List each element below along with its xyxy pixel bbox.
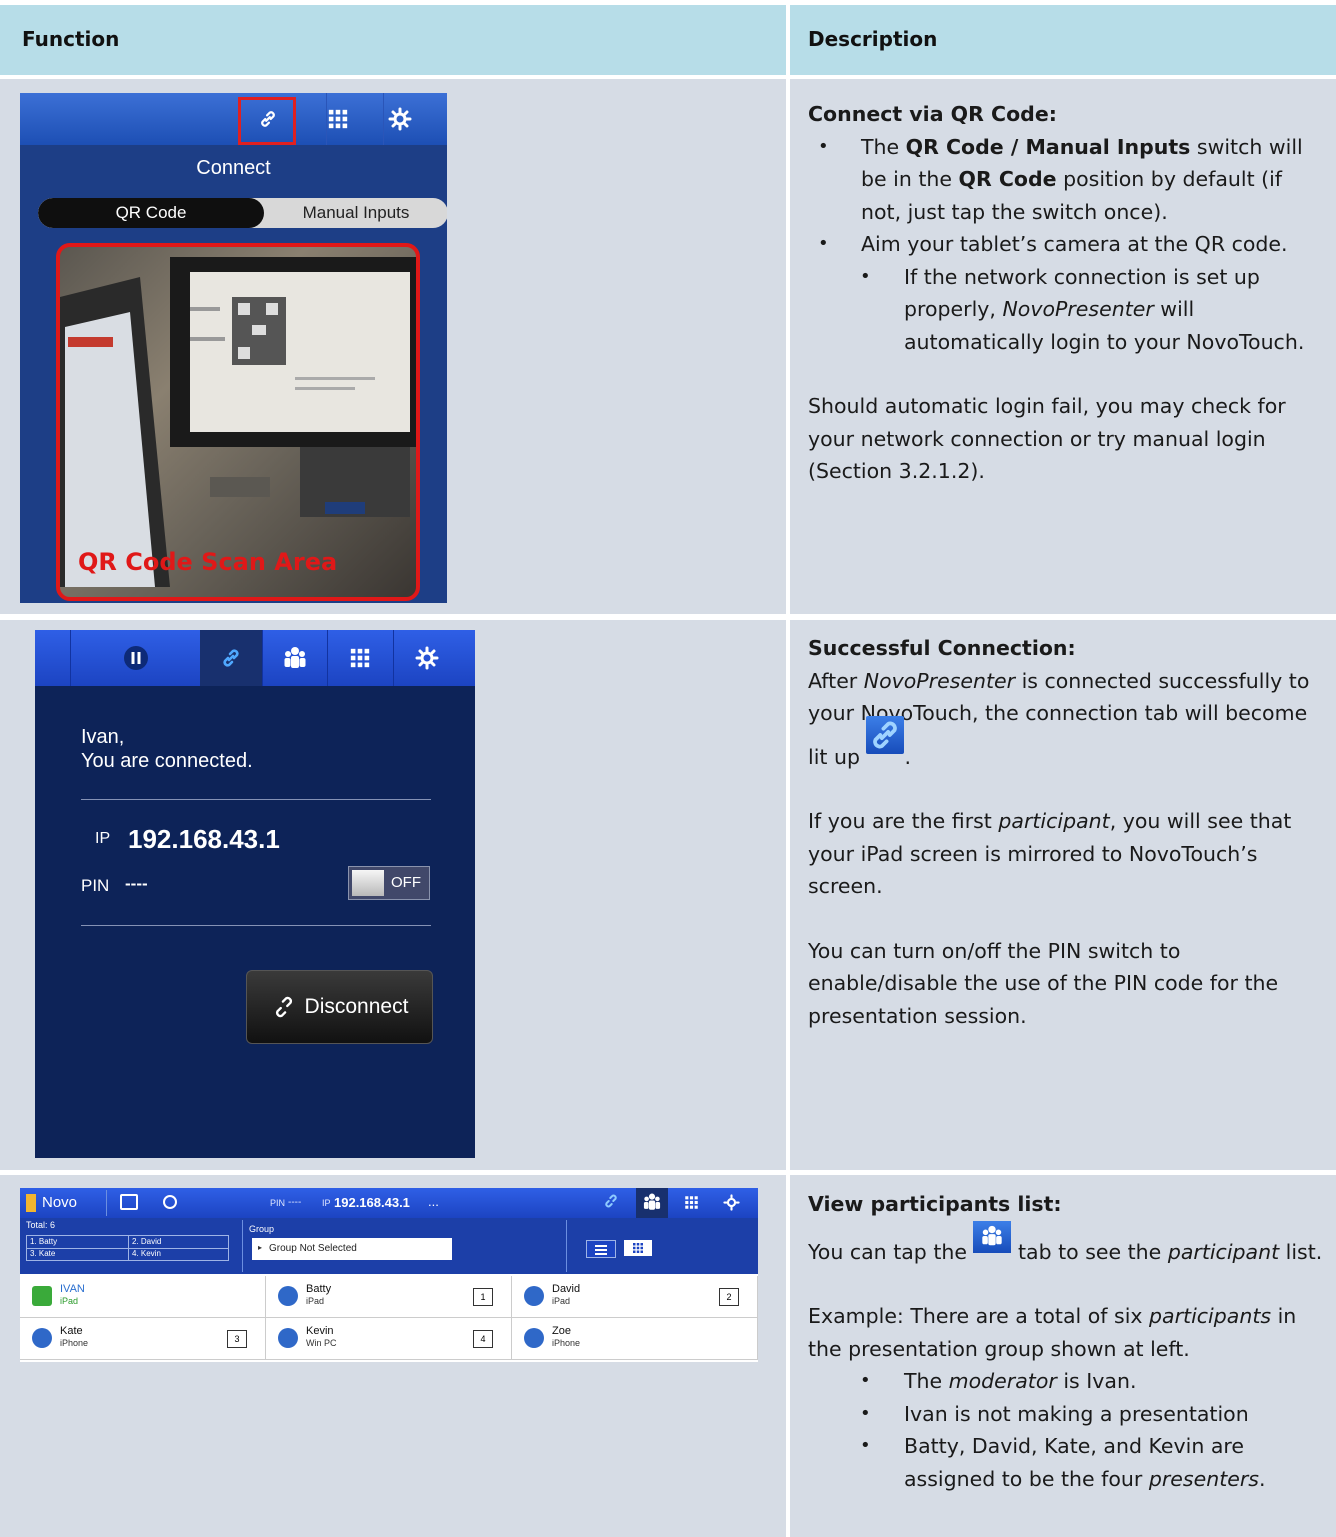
screen-share-icon[interactable]	[120, 1194, 138, 1210]
divider	[81, 925, 431, 926]
group-label: Group	[249, 1224, 275, 1234]
presenter-slot-icon: 2	[719, 1288, 739, 1306]
qr-manual-switch[interactable]: QR Code Manual Inputs	[38, 198, 447, 228]
user-avatar-icon	[524, 1286, 544, 1306]
row2-paragraph-connected: After NovoPresenter is connected success…	[808, 668, 1310, 769]
participant-cell[interactable]: Kevin Win PC 4	[266, 1318, 512, 1360]
connect-title: Connect	[196, 157, 271, 179]
pin-toggle[interactable]: OFF	[348, 866, 430, 900]
presenter-slot-icon: 4	[473, 1330, 493, 1348]
link-icon[interactable]	[209, 640, 253, 676]
app-name: Novo	[42, 1194, 78, 1211]
user-avatar-icon	[524, 1328, 544, 1348]
participants-screenshot: Novo PIN ---- IP 192.168.43.1 ... Total:…	[20, 1188, 758, 1362]
function-description-table: Function Description Connect QR Code Man…	[0, 0, 1336, 1537]
presenter-slots-table: 1. Batty 2. David 3. Kate 4. Kevin	[26, 1235, 229, 1261]
participants-icon[interactable]	[642, 1192, 662, 1217]
participant-cell[interactable]: Kate iPhone 3	[20, 1318, 266, 1360]
apps-grid-icon[interactable]	[338, 640, 382, 676]
row3-description: View participants list: You can tap the …	[808, 1188, 1323, 1495]
segment-qr-code[interactable]: QR Code	[38, 198, 264, 228]
row3-paragraph-example: Example: There are a total of six partic…	[808, 1304, 1297, 1361]
participant-cell[interactable]: Zoe iPhone	[512, 1318, 758, 1360]
pause-icon[interactable]	[114, 640, 158, 676]
header-description-label: Description	[808, 27, 938, 51]
chevron-right-icon: ▸	[258, 1243, 263, 1252]
user-avatar-icon	[278, 1286, 298, 1306]
apps-grid-icon[interactable]	[684, 1195, 699, 1215]
pin-value: ----	[125, 874, 148, 893]
header-function-label: Function	[22, 27, 120, 51]
gear-icon[interactable]	[723, 1194, 740, 1216]
participant-cell[interactable]: Batty iPad 1	[266, 1276, 512, 1318]
presenter-slot: 4. Kevin	[132, 1249, 161, 1258]
greeting-text: You are connected.	[81, 750, 253, 772]
total-label: Total: 6	[26, 1220, 56, 1230]
row3-bullet-moderator: The moderator is Ivan.	[808, 1365, 1323, 1398]
moderator-icon	[32, 1286, 52, 1306]
broken-link-icon	[275, 996, 292, 1018]
pin-toggle-label: OFF	[391, 874, 421, 891]
participant-cell[interactable]: IVAN iPad	[20, 1276, 266, 1318]
row2-paragraph-mirror: If you are the first participant, you wi…	[808, 809, 1292, 898]
gear-icon[interactable]	[405, 640, 449, 676]
pin-label: PIN	[81, 876, 110, 895]
group-select-value: Group Not Selected	[269, 1243, 357, 1254]
link-tab-highlight	[238, 97, 296, 145]
ip-value: 192.168.43.1	[128, 824, 280, 854]
disconnect-label: Disconnect	[304, 995, 409, 1018]
row3-paragraph-tap: You can tap the tab to see the participa…	[808, 1220, 1323, 1269]
ip-value-small: 192.168.43.1	[334, 1195, 410, 1210]
grid-view-icon[interactable]	[624, 1240, 652, 1256]
connect-toolbar	[20, 93, 447, 145]
row1-fallback-paragraph: Should automatic login fail, you may che…	[808, 394, 1286, 483]
participants-icon[interactable]	[273, 640, 317, 676]
refresh-icon[interactable]	[163, 1195, 177, 1209]
qr-scan-area-label: QR Code Scan Area	[78, 548, 338, 576]
row1-bullet-aim: Aim your tablet’s camera at the QR code.	[808, 228, 1323, 261]
row2-heading: Successful Connection:	[808, 636, 1076, 660]
more-label[interactable]: ...	[428, 1194, 439, 1209]
participant-cell[interactable]: David iPad 2	[512, 1276, 758, 1318]
ip-label: IP	[95, 830, 111, 847]
row3-bullet-not-presenting: Ivan is not making a presentation	[808, 1398, 1323, 1431]
divider	[81, 799, 431, 800]
header-function-cell: Function	[0, 5, 786, 75]
list-view-icon[interactable]	[586, 1240, 616, 1258]
link-tab-lit-icon	[866, 715, 905, 754]
presenter-slot: 1. Batty	[30, 1237, 58, 1246]
row1-bullet-switch: The QR Code / Manual Inputs switch will …	[808, 131, 1323, 229]
presenter-slot-icon: 1	[473, 1288, 493, 1306]
row2-description: Successful Connection: After NovoPresent…	[808, 632, 1323, 1032]
ip-label-small: IP	[322, 1198, 331, 1208]
row3-heading: View participants list:	[808, 1192, 1062, 1216]
pin-label-small: PIN	[270, 1198, 286, 1208]
participants-tab-icon	[973, 1220, 1012, 1253]
row1-description: Connect via QR Code: The QR Code / Manua…	[808, 98, 1323, 488]
group-bar: Total: 6 1. Batty 2. David 3. Kate 4. Ke…	[20, 1218, 758, 1274]
group-select[interactable]: ▸ Group Not Selected	[252, 1238, 452, 1260]
connected-screenshot: Ivan, You are connected. IP 192.168.43.1…	[35, 630, 475, 1158]
apps-grid-icon[interactable]	[316, 101, 360, 137]
user-avatar-icon	[278, 1328, 298, 1348]
connect-qr-screenshot: Connect QR Code Manual Inputs QR Code Sc…	[20, 93, 447, 603]
presenter-slot: 2. David	[132, 1237, 162, 1246]
gear-icon[interactable]	[378, 101, 422, 137]
pin-value-small: ----	[288, 1197, 302, 1208]
row3-bullet-presenters: Batty, David, Kate, and Kevin are assign…	[808, 1430, 1323, 1495]
connected-toolbar	[35, 630, 475, 686]
disconnect-button[interactable]: Disconnect	[246, 970, 433, 1044]
link-icon[interactable]	[602, 1192, 622, 1212]
presenter-slot-icon: 3	[227, 1330, 247, 1348]
row1-subbullet-login: If the network connection is set up prop…	[808, 261, 1323, 359]
row2-paragraph-pin: You can turn on/off the PIN switch to en…	[808, 938, 1279, 1028]
greeting-name: Ivan,	[81, 726, 125, 748]
novo-logo-icon	[26, 1194, 36, 1212]
user-avatar-icon	[32, 1328, 52, 1348]
row1-heading: Connect via QR Code:	[808, 102, 1057, 126]
presenter-slot: 3. Kate	[30, 1249, 56, 1258]
header-description-cell: Description	[790, 5, 1336, 75]
participants-toolbar: Novo PIN ---- IP 192.168.43.1 ...	[20, 1188, 758, 1218]
segment-manual-inputs[interactable]: Manual Inputs	[264, 198, 447, 228]
